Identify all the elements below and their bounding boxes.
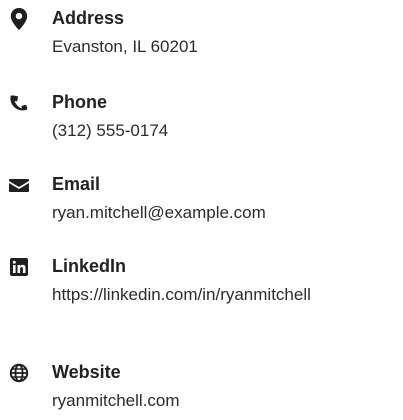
contact-item-linkedin: LinkedIn https://linkedin.com/in/ryanmit…: [0, 254, 403, 307]
contact-item-phone: Phone (312) 555-0174: [0, 90, 403, 143]
contact-item-address: Address Evanston, IL 60201: [0, 6, 403, 59]
linkedin-link[interactable]: https://linkedin.com/in/ryanmitchell: [52, 282, 372, 307]
address-label: Address: [52, 8, 125, 28]
linkedin-icon: [8, 256, 30, 278]
website-link[interactable]: ryanmitchell.com: [52, 388, 372, 413]
email-label: Email: [52, 174, 101, 194]
website-label: Website: [52, 362, 121, 382]
contact-item-email: Email ryan.mitchell@example.com: [0, 172, 403, 225]
contact-item-website: Website ryanmitchell.com: [0, 360, 403, 413]
phone-icon: [8, 92, 30, 114]
map-pin-icon: [8, 8, 30, 30]
contact-info-list: Address Evanston, IL 60201 Phone (312) 5…: [0, 0, 403, 420]
address-value: Evanston, IL 60201: [52, 37, 198, 56]
envelope-icon: [8, 174, 30, 196]
linkedin-label: LinkedIn: [52, 256, 127, 276]
email-link[interactable]: ryan.mitchell@example.com: [52, 200, 372, 225]
globe-icon: [8, 362, 30, 384]
phone-label: Phone: [52, 92, 108, 112]
phone-link[interactable]: (312) 555-0174: [52, 118, 372, 143]
